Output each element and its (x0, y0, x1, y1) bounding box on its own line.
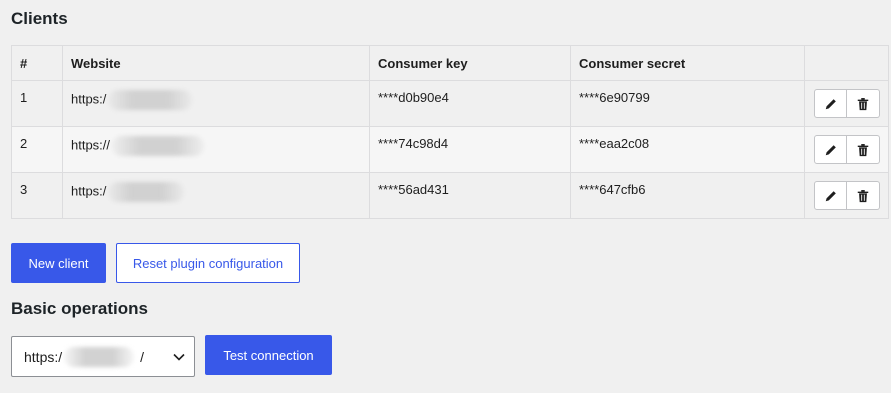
site-select[interactable]: https:/ / (11, 336, 195, 377)
website-cell: https:/ (62, 80, 370, 127)
delete-button[interactable] (847, 181, 880, 210)
row-actions (813, 135, 880, 164)
row-actions (813, 89, 880, 118)
row-actions (813, 181, 880, 210)
column-header-website: Website (62, 45, 370, 81)
redacted-url (112, 136, 205, 156)
edit-button[interactable] (814, 135, 847, 164)
website-cell: https:// (62, 126, 370, 173)
consumer-key-cell: ****56ad431 (369, 172, 571, 219)
pencil-icon (825, 144, 836, 155)
consumer-secret-cell: ****eaa2c08 (570, 126, 805, 173)
website-text: https:/ (71, 91, 107, 107)
basic-operations-heading: Basic operations (11, 299, 148, 318)
row-number: 3 (11, 172, 63, 219)
pencil-icon (825, 190, 836, 201)
website-text: https:// (71, 137, 111, 153)
actions-cell (804, 126, 889, 173)
chevron-down-icon (173, 353, 185, 361)
reset-plugin-configuration-button[interactable]: Reset plugin configuration (116, 243, 300, 283)
redacted-url (108, 90, 193, 110)
site-select-suffix: / (140, 348, 145, 365)
site-select-prefix: https:/ (24, 348, 63, 365)
redacted-url (108, 182, 185, 202)
consumer-secret-cell: ****6e90799 (570, 80, 805, 127)
row-number: 2 (11, 126, 63, 173)
column-header-number: # (11, 45, 63, 81)
clients-table: # Website Consumer key Consumer secret 1… (11, 45, 889, 219)
test-connection-button[interactable]: Test connection (205, 335, 332, 375)
website-cell: https:/ (62, 172, 370, 219)
column-header-consumer-secret: Consumer secret (570, 45, 805, 81)
edit-button[interactable] (814, 89, 847, 118)
new-client-button[interactable]: New client (11, 243, 106, 283)
consumer-secret-cell: ****647cfb6 (570, 172, 805, 219)
delete-button[interactable] (847, 135, 880, 164)
actions-cell (804, 172, 889, 219)
edit-button[interactable] (814, 181, 847, 210)
trash-icon (857, 97, 869, 110)
consumer-key-cell: ****d0b90e4 (369, 80, 571, 127)
trash-icon (857, 189, 869, 202)
table-row: 2 https:// ****74c98d4 ****eaa2c08 (11, 126, 889, 173)
row-number: 1 (11, 80, 63, 127)
column-header-consumer-key: Consumer key (369, 45, 571, 81)
pencil-icon (825, 98, 836, 109)
delete-button[interactable] (847, 89, 880, 118)
clients-heading: Clients (11, 9, 68, 28)
actions-cell (804, 80, 889, 127)
table-row: 1 https:/ ****d0b90e4 ****6e90799 (11, 80, 889, 127)
redacted-url (64, 346, 135, 367)
trash-icon (857, 143, 869, 156)
table-row: 3 https:/ ****56ad431 ****647cfb6 (11, 172, 889, 219)
column-header-actions (804, 45, 889, 81)
website-text: https:/ (71, 183, 107, 199)
table-header-row: # Website Consumer key Consumer secret (11, 45, 889, 81)
consumer-key-cell: ****74c98d4 (369, 126, 571, 173)
